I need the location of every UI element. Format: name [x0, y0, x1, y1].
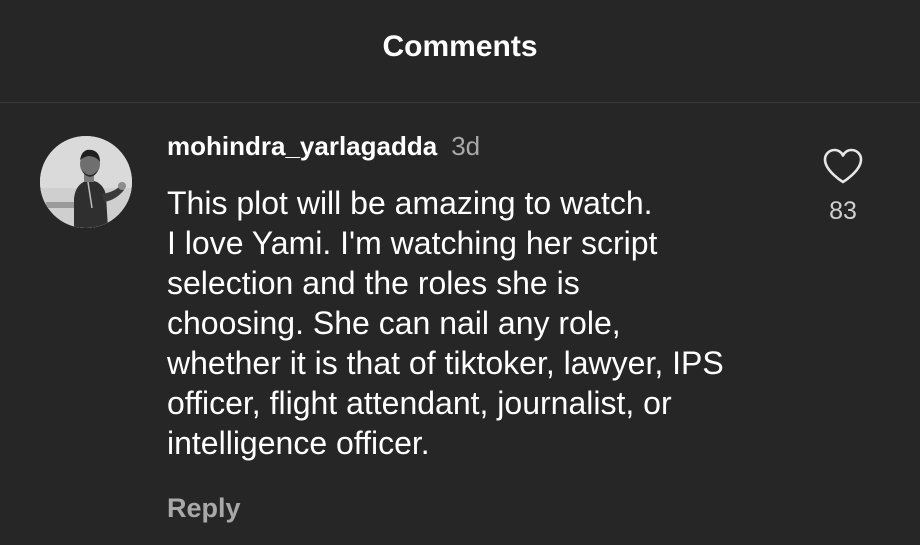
username-link[interactable]: mohindra_yarlagadda [167, 131, 437, 161]
page-title: Comments [382, 30, 538, 63]
reply-button[interactable]: Reply [167, 493, 241, 524]
comment-meta: mohindra_yarlagadda 3d [167, 131, 480, 162]
comment-text: This plot will be amazing to watch. I lo… [167, 185, 724, 461]
like-control: 83 [810, 147, 876, 226]
heart-icon[interactable] [822, 147, 864, 185]
comments-header: Comments [0, 0, 920, 103]
comment-item: mohindra_yarlagadda 3d This plot will be … [0, 103, 920, 545]
like-count: 83 [829, 197, 857, 225]
timestamp: 3d [451, 131, 481, 161]
user-avatar-icon[interactable] [40, 136, 132, 228]
